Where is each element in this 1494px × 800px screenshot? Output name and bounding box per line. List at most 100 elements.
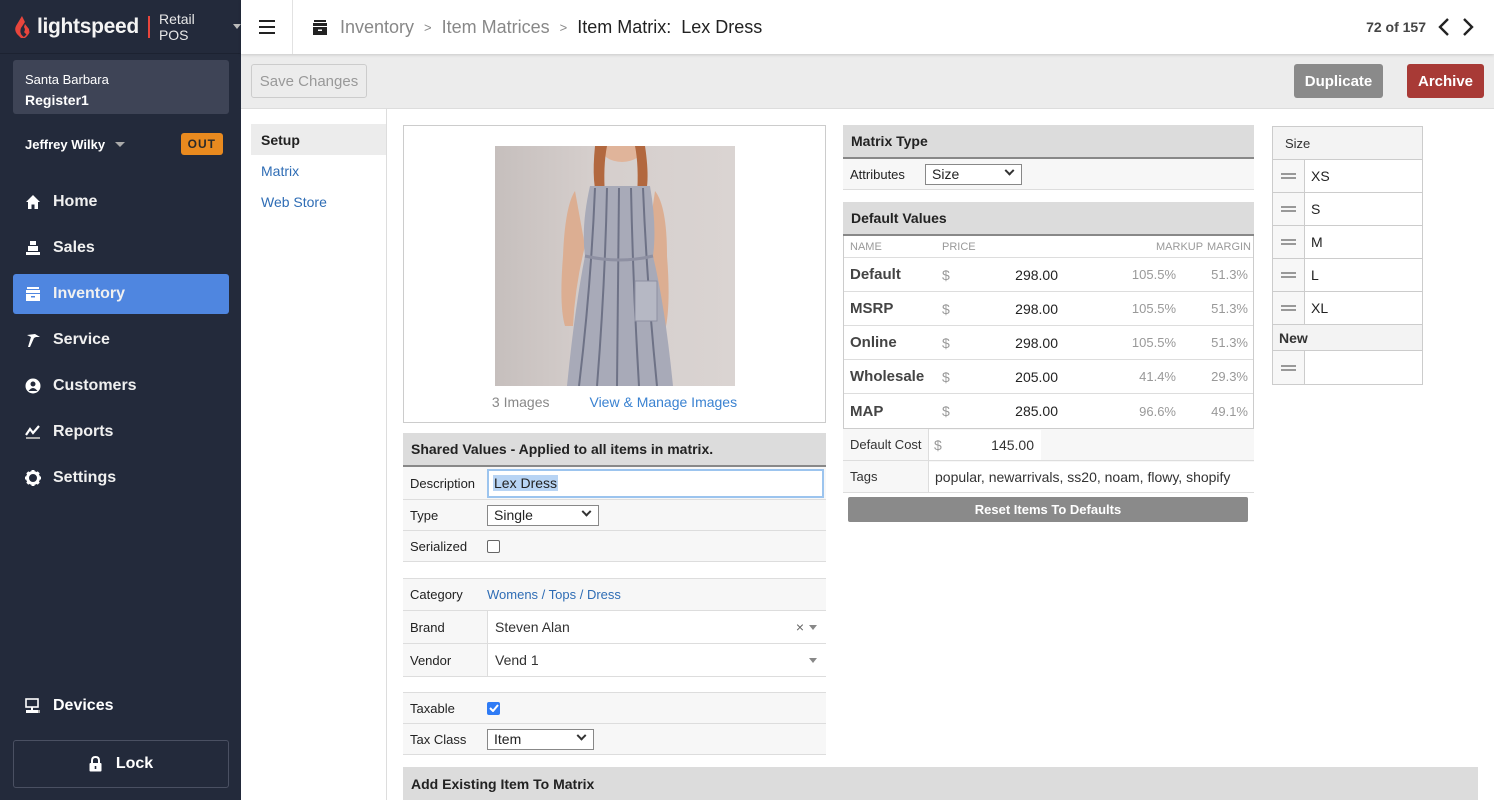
view-manage-images-link[interactable]: View & Manage Images <box>589 394 737 410</box>
user-name: Jeffrey Wilky <box>25 136 106 152</box>
vendor-select[interactable]: Vend 1 <box>487 644 826 676</box>
breadcrumb-inventory[interactable]: Inventory <box>340 17 414 38</box>
nav-item-devices[interactable]: Devices <box>25 697 114 715</box>
chevron-right-icon: > <box>424 19 432 35</box>
size-value-input[interactable]: S <box>1305 193 1422 225</box>
size-row: XS <box>1273 160 1422 193</box>
description-input[interactable]: Lex Dress <box>487 468 824 498</box>
duplicate-button[interactable]: Duplicate <box>1294 64 1383 98</box>
price-input[interactable]: 298.00 <box>962 335 1058 351</box>
nav-item-inventory[interactable]: Inventory <box>13 274 229 314</box>
subnav-matrix[interactable]: Matrix <box>251 155 386 186</box>
nav-item-reports[interactable]: Reports <box>13 412 229 452</box>
category-label: Category <box>410 587 463 602</box>
nav-label: Reports <box>53 423 114 440</box>
nav-item-customers[interactable]: Customers <box>13 366 229 406</box>
app-logo-bar[interactable]: lightspeed Retail POS <box>0 0 241 54</box>
brand-value: Steven Alan <box>495 619 570 635</box>
nav-item-settings[interactable]: Settings <box>13 458 229 498</box>
size-value-input[interactable]: L <box>1305 259 1422 291</box>
col-name: NAME <box>850 240 882 253</box>
tax-class-select[interactable]: Item <box>487 728 594 750</box>
type-label: Type <box>410 507 439 523</box>
size-value-input[interactable]: XL <box>1305 292 1422 324</box>
previous-record-button[interactable] <box>1438 18 1450 36</box>
price-name: Wholesale <box>850 368 925 385</box>
default-cost-input[interactable]: $ 145.00 <box>929 429 1041 460</box>
computer-icon <box>25 698 41 714</box>
price-row: Online $ 298.00 105.5% 51.3% <box>844 326 1253 360</box>
register-name: Register1 <box>25 92 89 108</box>
top-bar: Inventory > Item Matrices > Item Matrix:… <box>241 0 1494 54</box>
next-record-button[interactable] <box>1462 18 1474 36</box>
category-link[interactable]: Womens / Tops / Dress <box>487 587 621 602</box>
size-row: S <box>1273 193 1422 226</box>
user-menu[interactable]: Jeffrey Wilky OUT <box>25 131 223 157</box>
checkmark-icon <box>488 704 499 712</box>
attributes-label: Attributes <box>850 166 905 182</box>
price-row: MAP $ 285.00 96.6% 49.1% <box>844 394 1253 428</box>
markup-value: 105.5% <box>1131 267 1176 282</box>
brand-select[interactable]: Steven Alan × <box>487 611 826 643</box>
drag-handle-icon[interactable] <box>1273 226 1305 258</box>
nav-label: Devices <box>53 697 114 714</box>
nav-item-home[interactable]: Home <box>13 182 229 222</box>
dress-photo-illustration <box>561 146 673 386</box>
price-row: Default $ 298.00 105.5% 51.3% <box>844 258 1253 292</box>
register-selector[interactable]: Santa Barbara Register1 <box>13 60 229 114</box>
tags-label: Tags <box>843 460 929 493</box>
reset-items-to-defaults-button[interactable]: Reset Items To Defaults <box>848 497 1248 522</box>
margin-value: 51.3% <box>1211 301 1248 316</box>
lock-button[interactable]: Lock <box>13 740 229 788</box>
save-changes-button[interactable]: Save Changes <box>251 64 367 98</box>
nav-item-sales[interactable]: Sales <box>13 228 229 268</box>
chevron-down-icon[interactable] <box>233 24 241 29</box>
shared-values-title: Shared Values - Applied to all items in … <box>403 433 826 467</box>
tax-section: Taxable Tax Class Item <box>403 692 826 755</box>
subnav-setup[interactable]: Setup <box>251 124 386 155</box>
serialized-checkbox[interactable] <box>487 539 500 553</box>
clock-status-badge[interactable]: OUT <box>180 133 223 155</box>
drag-handle-icon[interactable] <box>1273 292 1305 324</box>
size-value-input[interactable]: XS <box>1305 160 1422 192</box>
attributes-select[interactable]: Size <box>925 163 1022 185</box>
drag-handle-icon[interactable] <box>1273 351 1305 384</box>
drag-handle-icon[interactable] <box>1273 160 1305 192</box>
product-image[interactable] <box>495 146 735 386</box>
new-size-row <box>1273 351 1422 384</box>
subnav-web-store[interactable]: Web Store <box>251 186 386 217</box>
price-input[interactable]: 285.00 <box>962 403 1058 419</box>
taxable-checkbox[interactable] <box>487 701 500 715</box>
classification-section: Category Womens / Tops / Dress Brand Ste… <box>403 578 826 677</box>
breadcrumb: Inventory > Item Matrices > Item Matrix:… <box>293 17 762 38</box>
attributes-value: Size <box>932 166 960 182</box>
archive-button[interactable]: Archive <box>1407 64 1484 98</box>
nav-item-service[interactable]: Service <box>13 320 229 360</box>
drag-handle-icon[interactable] <box>1273 259 1305 291</box>
inventory-box-icon <box>25 286 41 302</box>
breadcrumb-item-matrices[interactable]: Item Matrices <box>442 17 550 38</box>
tags-input[interactable]: popular, newarrivals, ss20, noam, flowy,… <box>929 461 1254 492</box>
inventory-box-icon <box>313 19 327 35</box>
type-select[interactable]: Single <box>487 504 599 526</box>
new-size-input[interactable] <box>1305 351 1422 384</box>
brand-name: lightspeed <box>36 14 139 38</box>
cash-register-icon <box>25 240 41 256</box>
lightspeed-flame-icon <box>15 15 30 38</box>
image-count: 3 Images <box>491 394 550 410</box>
lock-label: Lock <box>115 755 154 772</box>
price-input[interactable]: 205.00 <box>962 369 1058 385</box>
shared-values-section: Shared Values - Applied to all items in … <box>403 433 826 562</box>
caret-down-icon <box>809 625 817 630</box>
price-row: MSRP $ 298.00 105.5% 51.3% <box>844 292 1253 326</box>
lock-icon <box>89 756 102 772</box>
price-input[interactable]: 298.00 <box>962 267 1058 283</box>
menu-toggle-button[interactable] <box>241 0 293 54</box>
tax-class-label: Tax Class <box>410 731 467 747</box>
image-meta: 3 Images View & Manage Images <box>404 394 825 410</box>
price-input[interactable]: 298.00 <box>962 301 1058 317</box>
home-icon <box>25 194 41 210</box>
size-value-input[interactable]: M <box>1305 226 1422 258</box>
drag-handle-icon[interactable] <box>1273 193 1305 225</box>
clear-icon[interactable]: × <box>796 619 804 635</box>
